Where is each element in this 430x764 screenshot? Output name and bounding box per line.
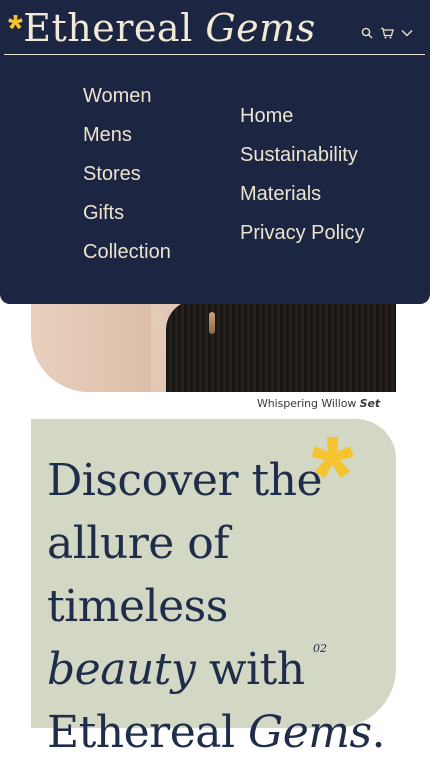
- search-icon[interactable]: [360, 26, 374, 40]
- header-actions: [360, 26, 414, 40]
- brand-asterisk: *: [8, 8, 24, 50]
- nav-item-gifts[interactable]: Gifts: [83, 194, 171, 233]
- nav-list-secondary: Home Sustainability Materials Privacy Po…: [240, 97, 364, 253]
- brand-name: Ethereal: [23, 6, 193, 50]
- nav-item-materials[interactable]: Materials: [240, 175, 364, 214]
- nav-item-mens[interactable]: Mens: [83, 116, 171, 155]
- header-divider: [4, 54, 425, 55]
- discover-line-2: allure of timeless: [47, 518, 230, 632]
- discover-heading: Discover the allure of timeless beauty w…: [47, 449, 397, 764]
- nav-item-collection[interactable]: Collection: [83, 233, 171, 272]
- hero-garment: [166, 300, 396, 392]
- discover-card: * Discover the allure of timeless beauty…: [31, 419, 396, 758]
- chevron-down-icon[interactable]: [400, 26, 414, 40]
- nav-item-sustainability[interactable]: Sustainability: [240, 136, 364, 175]
- hero-pendant: [209, 312, 215, 334]
- discover-line-4: Ethereal Gems.: [47, 707, 386, 758]
- discover-line-1: Discover the: [47, 455, 323, 506]
- discover-line-3: beauty with: [47, 644, 305, 695]
- nav-item-women[interactable]: Women: [83, 77, 171, 116]
- nav-list-primary: Women Mens Stores Gifts Collection: [83, 77, 171, 272]
- hero-caption: Whispering Willow Set: [257, 397, 380, 410]
- brand-name-italic: Gems: [205, 6, 316, 50]
- nav-item-home[interactable]: Home: [240, 97, 364, 136]
- cart-icon[interactable]: [380, 26, 394, 40]
- caption-name: Whispering Willow: [257, 397, 357, 410]
- nav-item-stores[interactable]: Stores: [83, 155, 171, 194]
- nav-menu-panel: *Ethereal Gems Women Mens Stores Gifts C…: [0, 0, 430, 304]
- brand-logo[interactable]: *Ethereal Gems: [8, 6, 316, 51]
- caption-italic: Set: [359, 397, 380, 410]
- nav-item-privacy-policy[interactable]: Privacy Policy: [240, 214, 364, 253]
- section-index: 02: [313, 642, 327, 655]
